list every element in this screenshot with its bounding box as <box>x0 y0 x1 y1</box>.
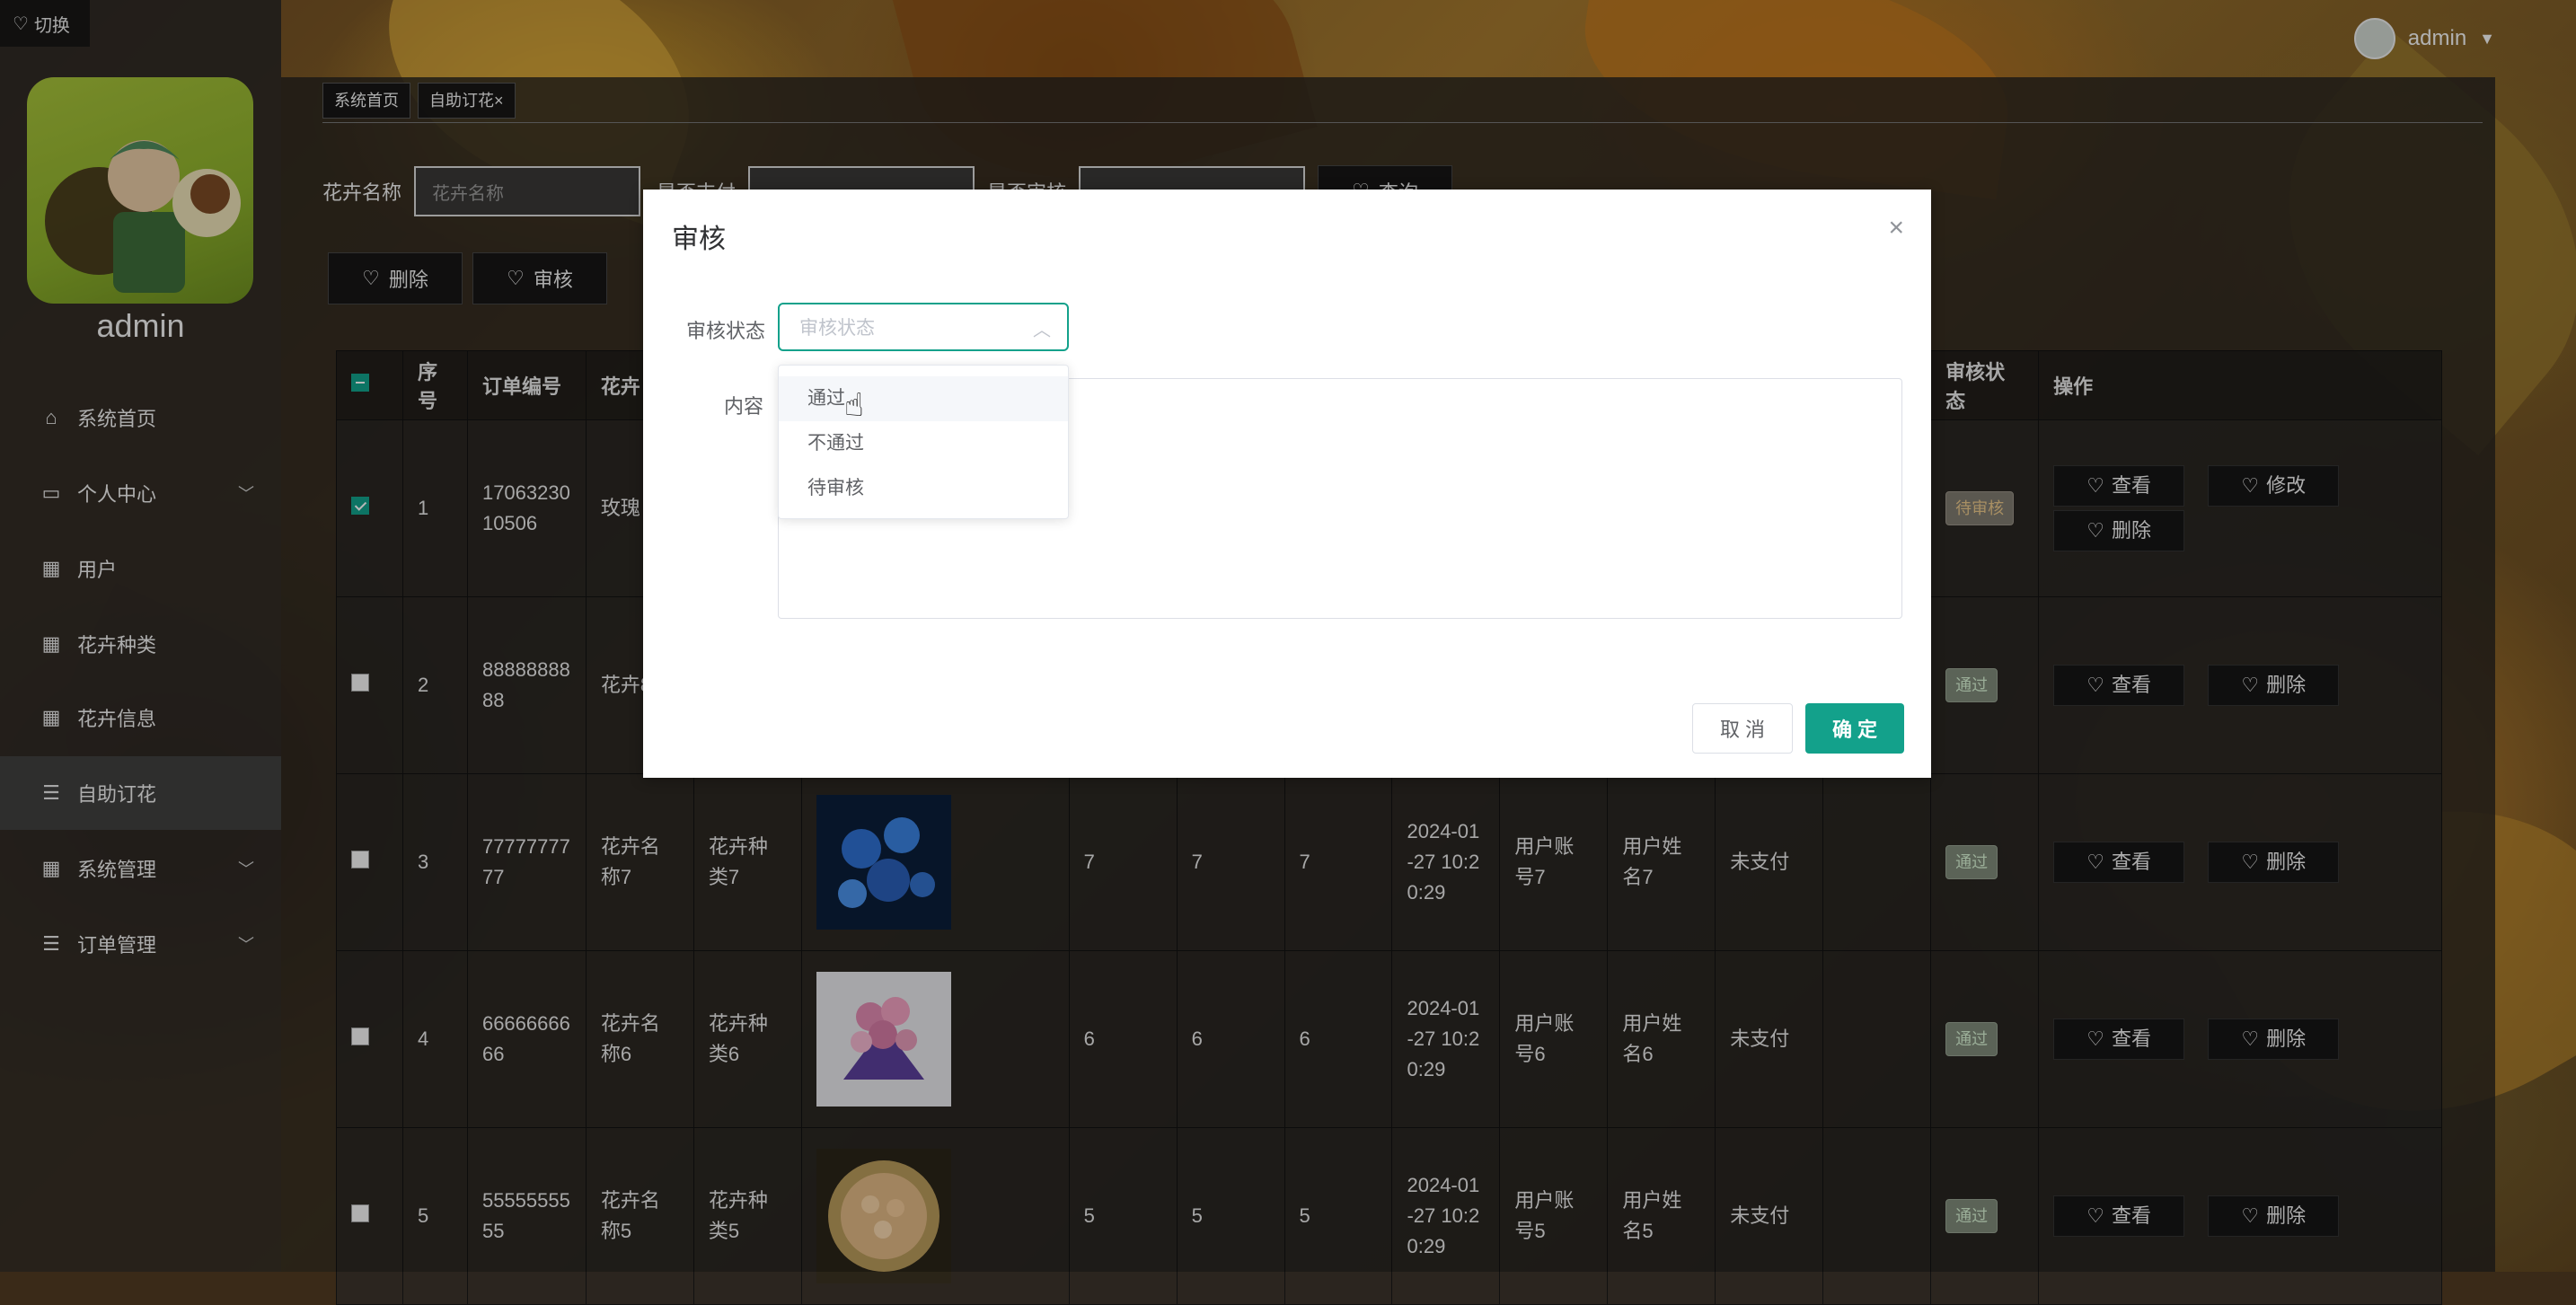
close-icon[interactable]: × <box>1888 213 1904 243</box>
option-reject[interactable]: 不通过 <box>779 421 1068 466</box>
option-pending[interactable]: 待审核 <box>779 466 1068 511</box>
audit-status-dropdown: 通过 不通过 待审核 <box>778 365 1069 519</box>
select-placeholder: 审核状态 <box>799 318 875 339</box>
cancel-button[interactable]: 取 消 <box>1692 703 1793 754</box>
audit-status-label: 审核状态 <box>686 320 766 342</box>
chevron-up-icon: ︿ <box>1033 321 1051 340</box>
hand-cursor-icon: ☝ <box>844 386 864 423</box>
confirm-button[interactable]: 确 定 <box>1805 703 1904 754</box>
dialog-title: 审核 <box>672 225 726 254</box>
audit-status-select[interactable]: 审核状态 ︿ <box>778 303 1069 351</box>
option-pass[interactable]: 通过 <box>779 376 1068 421</box>
content-label: 内容 <box>724 395 764 418</box>
